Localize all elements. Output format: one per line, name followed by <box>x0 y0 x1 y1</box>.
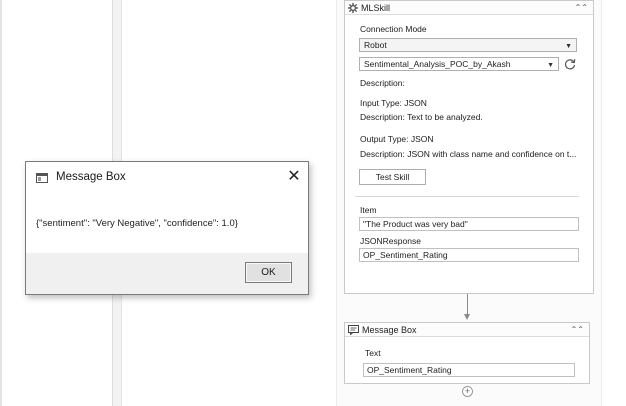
connection-mode-label: Connection Mode <box>360 24 427 34</box>
gear-icon <box>348 2 358 13</box>
input-type-text: Input Type: JSON <box>360 98 427 108</box>
message-box-activity-header[interactable]: Message Box ⌃⌃ <box>345 323 589 337</box>
json-response-input[interactable]: OP_Sentiment_Rating <box>359 248 579 262</box>
item-input[interactable]: "The Product was very bad" <box>359 217 579 231</box>
output-description-text: Description: JSON with class name and co… <box>360 149 577 159</box>
refresh-icon[interactable] <box>564 58 576 70</box>
message-box-activity-title: Message Box <box>362 324 417 335</box>
mlskill-header[interactable]: MLSkill ⌃⌃ <box>345 1 593 15</box>
section-divider <box>355 196 579 197</box>
output-type-text: Output Type: JSON <box>360 134 434 144</box>
skill-dropdown[interactable]: Sentimental_Analysis_POC_by_Akash ▼ <box>359 57 559 71</box>
add-activity-icon[interactable]: + <box>462 386 473 397</box>
dialog-body: {"sentiment": "Very Negative", "confiden… <box>26 194 308 253</box>
chevron-down-icon: ▼ <box>547 62 554 69</box>
text-input[interactable]: OP_Sentiment_Rating <box>363 363 575 377</box>
double-chevron-up-icon[interactable]: ⌃⌃ <box>575 3 588 12</box>
close-icon[interactable]: ✕ <box>284 167 304 187</box>
item-label: Item <box>360 205 377 215</box>
input-description-text: Description: Text to be analyzed. <box>360 112 483 122</box>
test-skill-button[interactable]: Test Skill <box>359 169 426 185</box>
dialog-footer: OK <box>26 253 308 294</box>
flow-connector <box>467 294 468 316</box>
mlskill-activity[interactable]: MLSkill ⌃⌃ Connection Mode Robot ▼ Senti… <box>344 0 594 294</box>
speech-bubble-icon <box>348 324 359 335</box>
skill-value: Sentimental_Analysis_POC_by_Akash <box>364 59 511 69</box>
dialog-title: Message Box <box>56 171 126 183</box>
connection-mode-dropdown[interactable]: Robot ▼ <box>359 38 577 52</box>
double-chevron-up-icon[interactable]: ⌃⌃ <box>571 325 584 334</box>
chevron-down-icon: ▼ <box>565 43 572 50</box>
canvas-left-edge <box>0 0 2 406</box>
description-label: Description: <box>360 78 405 88</box>
dialog-message: {"sentiment": "Very Negative", "confiden… <box>36 218 238 229</box>
mlskill-title: MLSkill <box>361 2 391 13</box>
json-response-label: JSONResponse <box>360 236 421 246</box>
message-box-dialog[interactable]: Message Box ✕ {"sentiment": "Very Negati… <box>25 161 309 295</box>
dialog-titlebar[interactable]: Message Box ✕ <box>26 162 308 194</box>
ok-button[interactable]: OK <box>245 262 292 283</box>
connection-mode-value: Robot <box>364 40 387 50</box>
window-icon <box>36 173 48 183</box>
text-label: Text <box>365 348 381 358</box>
arrow-down-icon <box>464 314 470 320</box>
message-box-activity[interactable]: Message Box ⌃⌃ Text OP_Sentiment_Rating <box>344 322 590 384</box>
